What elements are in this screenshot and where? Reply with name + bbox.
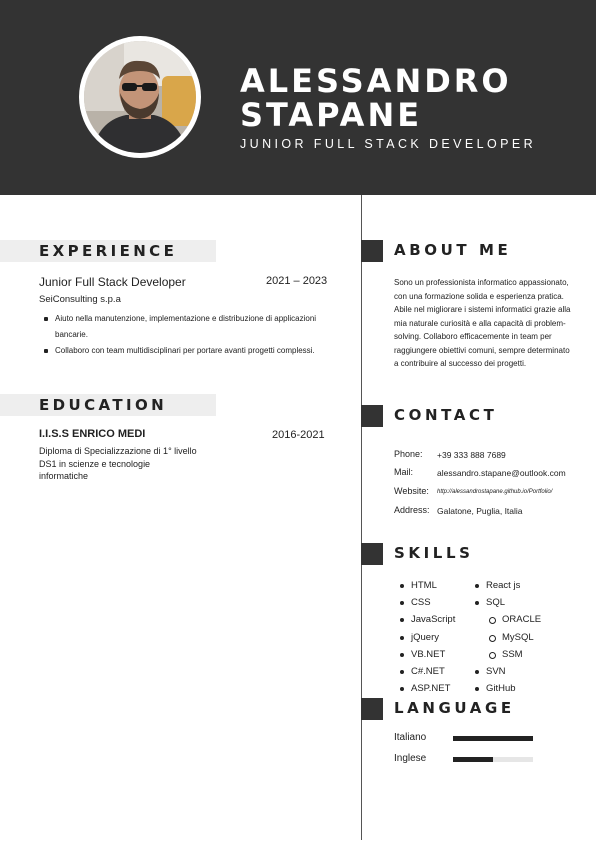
mail-value[interactable]: alessandro.stapane@outlook.com (437, 468, 566, 478)
skill-item: SVN (471, 663, 541, 680)
header-banner: ALESSANDRO STAPANE JUNIOR FULL STACK DEV… (0, 0, 596, 195)
about-heading-marker (361, 240, 383, 262)
column-divider (361, 195, 362, 840)
experience-heading-bar: EXPERIENCE (0, 240, 216, 262)
school-years: 2016-2021 (272, 429, 325, 441)
person-name: ALESSANDRO STAPANE (240, 64, 512, 132)
name-line-2: STAPANE (240, 96, 423, 134)
skill-item: jQuery (396, 629, 455, 646)
skill-item: JavaScript (396, 611, 455, 628)
contact-heading: CONTACT (394, 406, 498, 424)
language-heading: LANGUAGE (394, 699, 515, 717)
language-level-bar (453, 736, 533, 741)
language-label: Italiano (394, 732, 427, 743)
skill-item: GitHub (471, 680, 541, 697)
skill-subitem: MySQL (471, 629, 541, 646)
name-line-1: ALESSANDRO (240, 62, 512, 100)
skills-heading-marker (361, 543, 383, 565)
experience-heading: EXPERIENCE (39, 242, 178, 260)
education-heading: EDUCATION (39, 396, 168, 414)
skill-item: React js (471, 577, 541, 594)
language-heading-marker (361, 698, 383, 720)
experience-bullet: Aiuto nella manutenzione, implementazion… (44, 311, 320, 343)
address-label: Address: (394, 505, 430, 515)
school-name: I.I.S.S ENRICO MEDI (39, 428, 146, 440)
avatar (84, 41, 196, 153)
experience-bullets: Aiuto nella manutenzione, implementazion… (44, 311, 320, 359)
language-level-fill (453, 757, 493, 762)
skill-item: CSS (396, 594, 455, 611)
company-name: SeiConsulting s.p.a (39, 294, 121, 305)
language-label: Inglese (394, 753, 427, 764)
skill-item: VB.NET (396, 646, 455, 663)
language-level-fill (453, 736, 533, 741)
skills-heading: SKILLS (394, 544, 474, 562)
mail-label: Mail: (394, 467, 414, 477)
avatar-ring (79, 36, 201, 158)
contact-heading-marker (361, 405, 383, 427)
job-headline: JUNIOR FULL STACK DEVELOPER (240, 137, 537, 151)
education-heading-bar: EDUCATION (0, 394, 216, 416)
website-label: Website: (394, 486, 429, 496)
phone-value[interactable]: +39 333 888 7689 (437, 450, 506, 460)
skill-subitem: ORACLE (471, 611, 541, 628)
skill-subitem: SSM (471, 646, 541, 663)
skill-item: SQL (471, 594, 541, 611)
language-level-bar (453, 757, 533, 762)
phone-label: Phone: (394, 449, 423, 459)
job-title: Junior Full Stack Developer (39, 275, 186, 289)
skills-column-1: HTML CSS JavaScript jQuery VB.NET C#.NET… (396, 577, 455, 697)
school-description: Diploma di Specializzazione di 1° livell… (39, 446, 197, 481)
about-text: Sono un professionista informatico appas… (394, 278, 571, 368)
skill-item: C#.NET (396, 663, 455, 680)
experience-bullet: Collaboro con team multidisciplinari per… (44, 343, 320, 359)
skill-item: ASP.NET (396, 680, 455, 697)
about-heading: ABOUT ME (394, 241, 512, 259)
profile-photo (84, 41, 196, 153)
address-value: Galatone, Puglia, Italia (437, 506, 523, 516)
website-link[interactable]: http://alessandrostapane.github.io/Portf… (437, 489, 552, 495)
skills-column-2: React js SQL ORACLE MySQL SSM SVN GitHub (471, 577, 541, 697)
skill-item: HTML (396, 577, 455, 594)
job-years: 2021 – 2023 (266, 275, 328, 287)
